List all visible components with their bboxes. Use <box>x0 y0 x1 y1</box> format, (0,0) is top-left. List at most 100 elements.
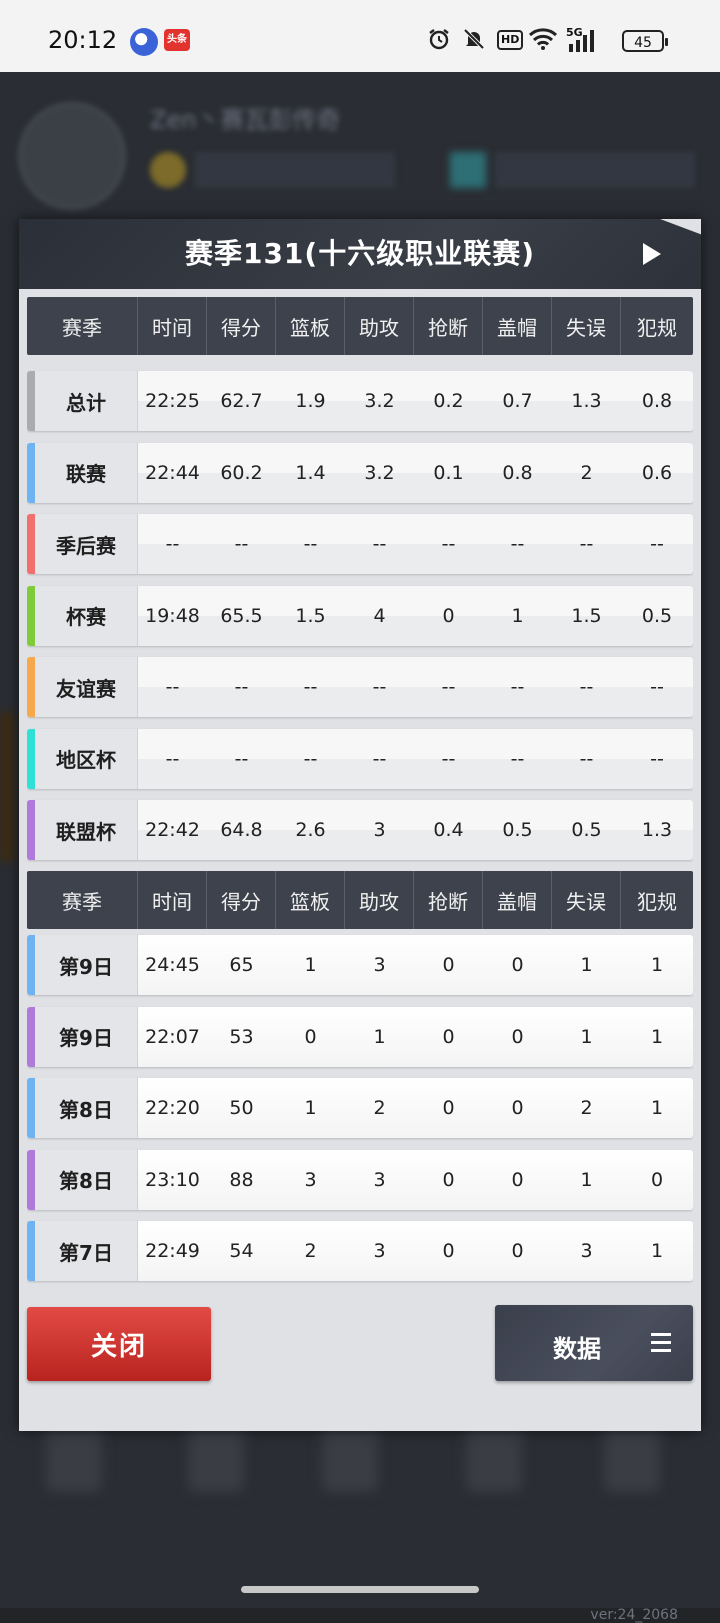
stat-cell: 0 <box>442 1025 455 1048</box>
row-label-text: 杯赛 <box>66 605 106 629</box>
summary-row[interactable]: 地区杯 -- -- -- -- -- -- -- -- <box>27 728 693 789</box>
stat-cell: 19:48 <box>145 604 200 627</box>
stat-cell: 1 <box>650 1097 664 1119</box>
column-header: 得分 <box>207 297 276 355</box>
battery-icon: 45 <box>622 30 668 52</box>
row-label: 第8日 <box>27 1149 138 1210</box>
stat-cell: -- <box>165 676 180 698</box>
mute-bell-icon <box>463 28 485 50</box>
signal-icon <box>569 30 594 52</box>
clock: 20:12 <box>48 26 118 54</box>
stat-cell: 0 <box>442 954 455 976</box>
gem-bar <box>495 152 695 188</box>
stat-cell: 0.6 <box>641 461 673 484</box>
summary-row[interactable]: 联盟杯 22:42 64.8 2.6 3 0.4 0.5 0.5 1.3 <box>27 800 693 860</box>
row-label-text: 第7日 <box>59 1240 113 1265</box>
stat-cell: 0.5 <box>641 604 673 627</box>
stat-cell: 2 <box>373 1097 386 1119</box>
summary-row[interactable]: 友谊赛 -- -- -- -- -- -- -- -- <box>27 657 693 717</box>
stat-cell: -- <box>579 747 594 770</box>
category-color-stripe <box>27 442 35 503</box>
stat-cell: 54 <box>229 1240 254 1262</box>
stats-table[interactable]: 赛季 时间 得分 篮板 助攻 抢断 盖帽 失误 犯规 总计 22:25 62.7 1.… <box>27 297 693 1322</box>
category-color-stripe <box>27 1006 35 1067</box>
column-header: 盖帽 <box>483 297 552 355</box>
stat-cell: 1 <box>650 1025 664 1048</box>
stat-cell: 62.7 <box>220 390 263 412</box>
category-color-stripe <box>27 371 35 431</box>
stat-cell: 3 <box>373 1168 386 1191</box>
close-button[interactable]: 关闭 <box>27 1307 211 1381</box>
game-row[interactable]: 第8日 23:10 88 3 3 0 0 1 0 <box>27 1149 693 1210</box>
column-header: 篮板 <box>276 297 345 355</box>
row-label: 地区杯 <box>27 728 138 789</box>
stat-cell: -- <box>303 533 318 555</box>
summary-row[interactable]: 季后赛 -- -- -- -- -- -- -- -- <box>27 514 693 574</box>
stat-cell: 0 <box>650 1168 664 1191</box>
stat-cell: 88 <box>229 1168 254 1191</box>
home-indicator[interactable] <box>241 1586 479 1593</box>
stat-cell: 4 <box>373 604 386 627</box>
game-row[interactable]: 第9日 24:45 65 1 3 0 0 1 1 <box>27 935 693 995</box>
row-label-text: 友谊赛 <box>56 676 116 701</box>
game-row[interactable]: 第7日 22:49 54 2 3 0 0 3 1 <box>27 1221 693 1281</box>
stat-cell: 1 <box>304 954 317 976</box>
game-row[interactable]: 第8日 22:20 50 1 2 0 0 2 1 <box>27 1078 693 1138</box>
stat-cell: 1 <box>580 1025 593 1048</box>
row-label: 第9日 <box>27 1006 138 1067</box>
summary-row[interactable]: 总计 22:25 62.7 1.9 3.2 0.2 0.7 1.3 0.8 <box>27 371 693 431</box>
stat-cell: 22:42 <box>145 819 200 841</box>
stat-cell: 0.1 <box>433 461 464 484</box>
game-row[interactable]: 第9日 22:07 53 0 1 0 0 1 1 <box>27 1006 693 1067</box>
status-bar: 20:12 头条 HD 5G 45 <box>0 0 720 72</box>
stat-cell: 3.2 <box>364 461 395 484</box>
column-header: 抢断 <box>414 297 483 355</box>
dialog-footer: 关闭 数据 <box>19 1295 701 1431</box>
stat-cell: 22:25 <box>145 390 200 412</box>
row-label-text: 地区杯 <box>56 748 116 772</box>
stat-cell: 0.5 <box>502 819 533 841</box>
stat-cell: 0 <box>442 604 455 627</box>
data-button-label: 数据 <box>553 1335 601 1363</box>
stat-cell: 3.2 <box>364 390 395 412</box>
stat-cell: -- <box>650 747 664 770</box>
stat-cell: -- <box>234 676 249 698</box>
stat-cell: 0 <box>511 1168 524 1191</box>
column-header: 时间 <box>138 871 207 929</box>
stat-cell: 1 <box>580 1168 593 1191</box>
summary-row[interactable]: 联赛 22:44 60.2 1.4 3.2 0.1 0.8 2 0.6 <box>27 442 693 503</box>
stat-cell: -- <box>165 533 180 555</box>
stat-cell: -- <box>372 533 387 555</box>
stat-cell: 0 <box>511 1240 524 1262</box>
category-color-stripe <box>27 800 35 860</box>
stat-cell: 1.4 <box>295 461 326 484</box>
column-header: 犯规 <box>637 889 677 914</box>
stat-cell: 1.5 <box>571 604 602 627</box>
row-label-text: 第8日 <box>59 1097 113 1122</box>
stat-cell: 1 <box>304 1097 317 1119</box>
stat-cell: 22:07 <box>145 1025 200 1048</box>
stat-cell: -- <box>441 676 456 698</box>
side-tab <box>0 712 14 862</box>
version-label: ver:24_2068 <box>590 1607 678 1623</box>
stat-cell: 3 <box>304 1168 317 1191</box>
nav-icon <box>46 1422 102 1492</box>
summary-row[interactable]: 杯赛 19:48 65.5 1.5 4 0 1 1.5 0.5 <box>27 585 693 646</box>
stat-cell: 2 <box>580 1097 593 1119</box>
column-header: 得分 <box>207 871 276 929</box>
stat-cell: 24:45 <box>145 954 200 976</box>
table-header: 赛季 时间 得分 篮板 助攻 抢断 盖帽 失误 犯规 <box>27 871 693 929</box>
row-label-text: 联盟杯 <box>56 819 116 844</box>
stat-cell: 53 <box>229 1025 254 1048</box>
play-icon[interactable] <box>643 243 661 265</box>
row-label: 季后赛 <box>27 514 138 574</box>
stat-cell: 0.7 <box>502 390 533 412</box>
stat-cell: 23:10 <box>145 1168 200 1191</box>
alarm-icon <box>429 29 449 50</box>
data-menu-button[interactable]: 数据 <box>495 1305 693 1381</box>
stat-cell: 0 <box>511 954 524 976</box>
stat-cell: 0.4 <box>433 819 464 841</box>
hd-icon: HD <box>497 30 524 50</box>
category-color-stripe <box>27 585 35 646</box>
stat-cell: 1 <box>373 1025 386 1048</box>
